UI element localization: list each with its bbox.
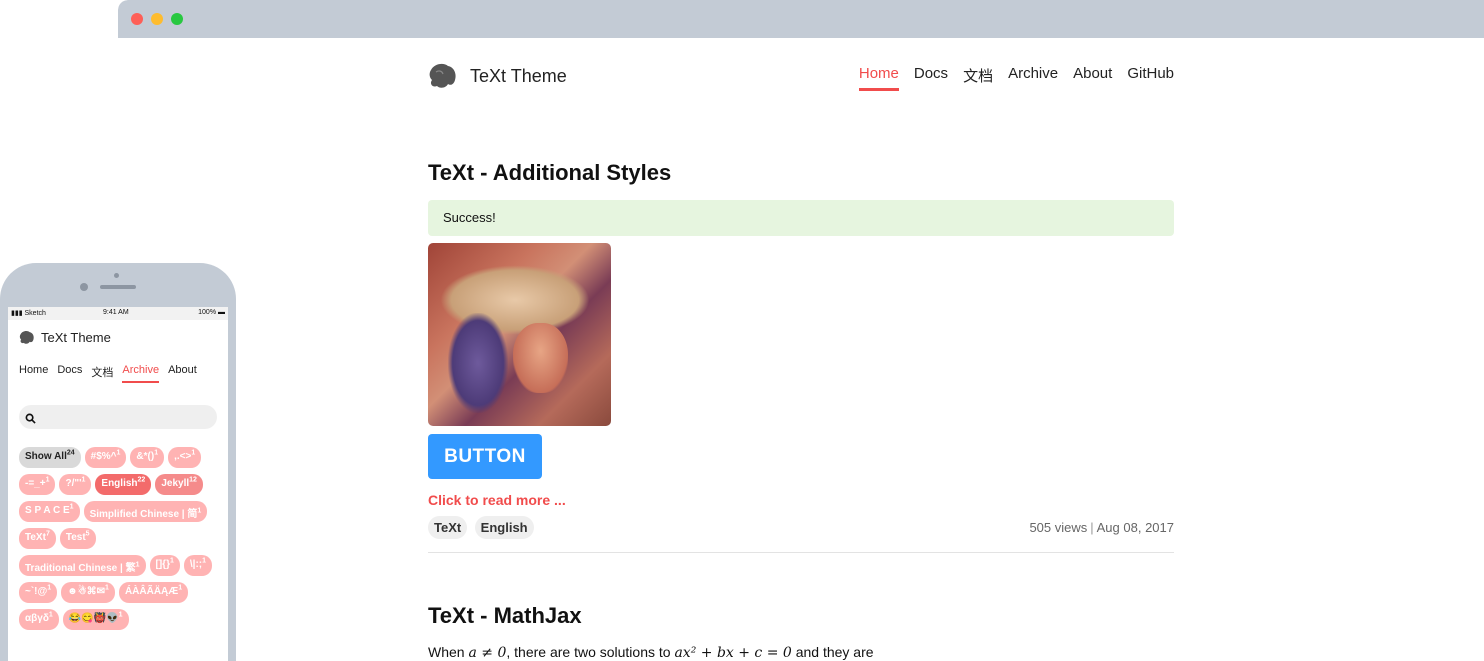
- tag-cloud: Show All24 #$%^1 &*()1 ,.<>1 -=_+1 ?/"'1…: [19, 447, 224, 630]
- site-title: TeXt Theme: [41, 330, 111, 345]
- tag-symbols-2[interactable]: &*()1: [130, 447, 165, 468]
- nav-home[interactable]: Home: [19, 364, 48, 383]
- mobile-brand[interactable]: TeXt Theme: [19, 330, 111, 345]
- read-more-link[interactable]: Click to read more ...: [428, 492, 1174, 508]
- search-icon: [25, 411, 36, 424]
- tag-symbols-5[interactable]: ?/"'1: [59, 474, 92, 495]
- tag-emoji[interactable]: 😂😋👹👽1: [62, 609, 129, 630]
- tag-greek[interactable]: αβγδ1: [19, 609, 59, 630]
- nav-about[interactable]: About: [168, 364, 197, 383]
- tag-text[interactable]: TeXt: [428, 516, 468, 539]
- nav-about[interactable]: About: [1073, 65, 1112, 91]
- post-mathjax: TeXt - MathJax When a ≠ 0, there are two…: [428, 603, 1174, 661]
- tag-text[interactable]: TeXt7: [19, 528, 56, 549]
- tag-show-all[interactable]: Show All24: [19, 447, 81, 468]
- minimize-window-button[interactable]: [151, 13, 163, 25]
- phone-mockup: ▮▮▮ Sketch 9:41 AM 100% ▬ TeXt Theme Hom…: [0, 263, 236, 661]
- signal-icon: ▮▮▮: [11, 310, 25, 317]
- browser-titlebar: [118, 0, 1484, 38]
- nav-docs-chinese[interactable]: 文档: [963, 65, 993, 91]
- tag-test[interactable]: Test5: [59, 528, 96, 549]
- tag-tilde[interactable]: ~`!@1: [19, 582, 58, 603]
- phone-screen: ▮▮▮ Sketch 9:41 AM 100% ▬ TeXt Theme Hom…: [8, 307, 228, 661]
- text-logo-icon: [428, 62, 458, 90]
- post-excerpt: When a ≠ 0, there are two solutions to a…: [428, 644, 1174, 661]
- mobile-nav: Home Docs 文档 Archive About: [19, 364, 197, 383]
- phone-camera: [80, 283, 88, 291]
- site-header: TeXt Theme Home Docs 文档 Archive About Gi…: [428, 38, 1174, 118]
- close-window-button[interactable]: [131, 13, 143, 25]
- tag-symbols-4[interactable]: -=_+1: [19, 474, 56, 495]
- image-face-shape: [513, 323, 568, 393]
- phone-speaker: [100, 285, 136, 289]
- meta-separator: |: [1090, 520, 1094, 535]
- tag-symbols-3[interactable]: ,.<>1: [168, 447, 202, 468]
- site-brand[interactable]: TeXt Theme: [428, 62, 567, 90]
- status-bar: ▮▮▮ Sketch 9:41 AM 100% ▬: [8, 307, 228, 320]
- site-title: TeXt Theme: [470, 65, 567, 86]
- image-feather-shape: [448, 313, 508, 413]
- battery-icon: ▬: [216, 309, 225, 316]
- status-time: 9:41 AM: [103, 309, 129, 316]
- phone-sensor: [114, 273, 119, 278]
- nav-home[interactable]: Home: [858, 65, 899, 91]
- post-divider: [428, 552, 1174, 553]
- nav-docs[interactable]: Docs: [914, 65, 948, 91]
- tag-dingbats[interactable]: ☻☃⌘✉1: [61, 582, 115, 603]
- excerpt-text: , there are two solutions to: [506, 644, 675, 660]
- tag-pipes[interactable]: \|:;1: [183, 555, 213, 576]
- nav-archive[interactable]: Archive: [1008, 65, 1058, 91]
- text-logo-icon: [19, 330, 35, 345]
- demo-button[interactable]: BUTTON: [428, 434, 542, 479]
- tag-brackets[interactable]: []{}1: [149, 555, 180, 576]
- success-alert: Success!: [428, 200, 1174, 236]
- maximize-window-button[interactable]: [171, 13, 183, 25]
- math-inline: a ≠ 0: [468, 645, 507, 661]
- tag-english[interactable]: English: [474, 516, 534, 539]
- search-input[interactable]: [19, 405, 217, 429]
- nav-archive[interactable]: Archive: [122, 364, 160, 383]
- post-title[interactable]: TeXt - MathJax: [428, 603, 1174, 629]
- tag-symbols-1[interactable]: #$%^1: [84, 447, 127, 468]
- excerpt-text: and they are: [791, 644, 874, 660]
- tag-simplified-chinese[interactable]: Simplified Chinese | 简1: [83, 501, 208, 522]
- tag-jekyll[interactable]: Jekyll12: [155, 474, 203, 495]
- post-additional-styles: TeXt - Additional Styles Success! BUTTON…: [428, 160, 1174, 553]
- math-inline: ax² + bx + c = 0: [674, 645, 792, 661]
- post-image: [428, 243, 611, 426]
- nav-docs[interactable]: Docs: [57, 364, 82, 383]
- post-title[interactable]: TeXt - Additional Styles: [428, 160, 1174, 186]
- desktop-browser-window: TeXt Theme Home Docs 文档 Archive About Gi…: [118, 0, 1484, 661]
- battery-label: 100% ▬: [198, 309, 225, 316]
- nav-github[interactable]: GitHub: [1127, 65, 1174, 91]
- post-date: Aug 08, 2017: [1096, 520, 1174, 535]
- tag-english[interactable]: English22: [95, 474, 152, 495]
- post-stats: 505 views | Aug 08, 2017: [1029, 520, 1174, 535]
- nav-docs-chinese[interactable]: 文档: [91, 364, 113, 383]
- excerpt-text: When: [428, 644, 469, 660]
- view-count: 505 views: [1029, 520, 1088, 535]
- tag-traditional-chinese[interactable]: Traditional Chinese | 繁1: [19, 555, 146, 576]
- tag-accented[interactable]: ÁÀÂÃÄĄÆ1: [118, 582, 189, 603]
- carrier-label: ▮▮▮ Sketch: [11, 310, 46, 317]
- site-container: TeXt Theme Home Docs 文档 Archive About Gi…: [428, 38, 1174, 661]
- tag-space[interactable]: S P A C E1: [19, 501, 80, 522]
- main-nav: Home Docs 文档 Archive About GitHub: [858, 65, 1174, 91]
- post-meta: TeXt English 505 views | Aug 08, 2017: [428, 516, 1174, 540]
